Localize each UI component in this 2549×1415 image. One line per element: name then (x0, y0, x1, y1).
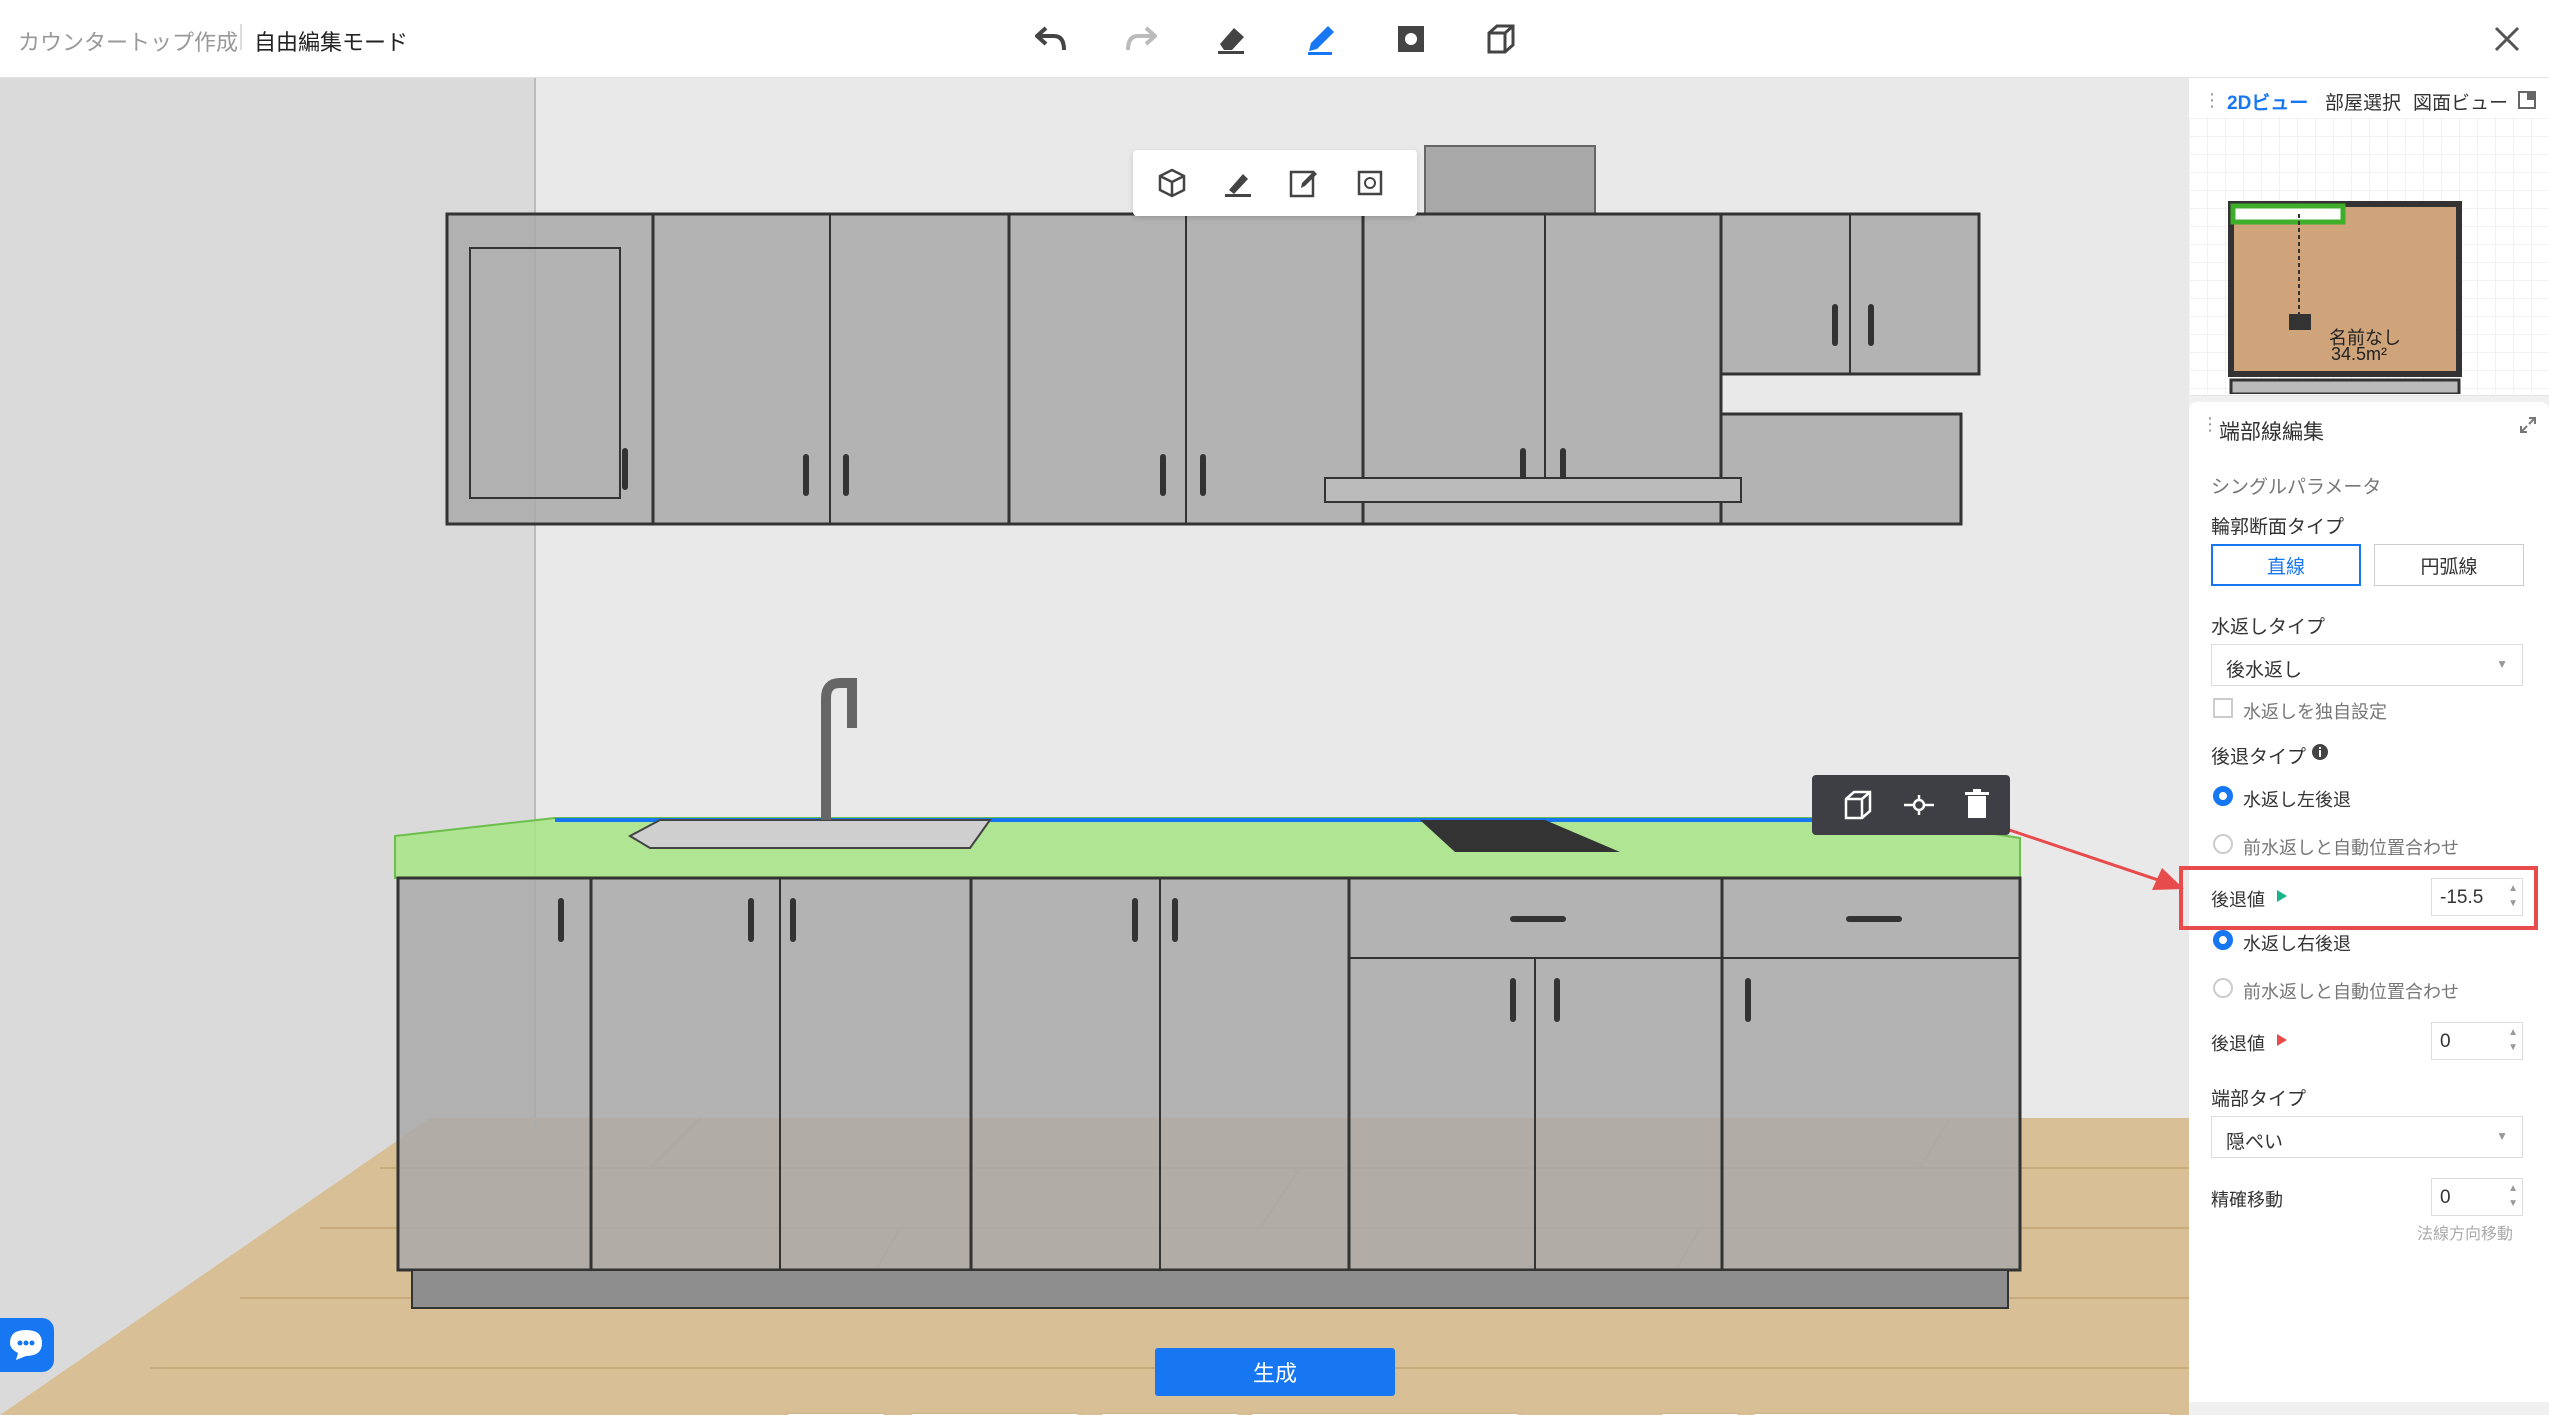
breadcrumb-parent[interactable]: カウンタートップ作成 (18, 25, 238, 57)
close-icon[interactable] (2486, 18, 2528, 60)
precise-move-input[interactable]: 0 ▲ ▼ (2431, 1178, 2523, 1216)
triangle-red-icon (2277, 1034, 2287, 1046)
panel-collapse-icon[interactable] (2517, 90, 2537, 110)
backsplash-type-label: 水返しタイプ (2211, 617, 2326, 638)
custom-backsplash-label: 水返しを独自設定 (2243, 702, 2387, 722)
chevron-down-icon: ▼ (2496, 1129, 2508, 1143)
end-type-label: 端部タイプ (2211, 1089, 2307, 1110)
generate-button[interactable]: 生成 (1155, 1348, 1395, 1396)
setback-type-label: 後退タイプ (2211, 747, 2307, 768)
split-icon[interactable] (1902, 789, 1936, 821)
stepper-icon[interactable]: ▲ ▼ (2508, 1025, 2518, 1055)
chat-button[interactable] (0, 1318, 54, 1372)
tab-room-select[interactable]: 部屋選択 (2325, 88, 2401, 115)
box-icon[interactable] (1153, 164, 1191, 202)
tab-2d-view[interactable]: 2Dビュー (2227, 88, 2308, 115)
setback-value-label: 後退値 (2211, 890, 2265, 910)
top-bar: カウンタートップ作成 自由編集モード (0, 0, 2549, 78)
right-setback-label: 水返し右後退 (2243, 934, 2351, 954)
stepper-icon[interactable]: ▲ ▼ (2508, 881, 2518, 911)
expand-icon[interactable] (2519, 416, 2537, 434)
backsplash-type-value: 後水返し (2226, 660, 2303, 681)
edit-icon[interactable] (1285, 164, 1323, 202)
precise-move-value: 0 (2440, 1187, 2451, 1208)
frame-icon[interactable] (1351, 164, 1389, 202)
setback-value-label-2: 後退値 (2211, 1034, 2265, 1054)
breadcrumb-current: 自由編集モード (254, 30, 409, 55)
auto-align-label: 前水返しと自動位置合わせ (2243, 838, 2459, 858)
normal-move-label: 法線方向移動 (2417, 1226, 2514, 1243)
backsplash-type-select[interactable]: 後水返し ▼ (2211, 644, 2523, 686)
minimap-panel: ⋮ 2Dビュー 部屋選択 図面ビュー 名前なし 34.5m² (2189, 78, 2549, 396)
left-setback-radio[interactable] (2213, 786, 2233, 806)
cube-icon[interactable] (1842, 789, 1874, 821)
profile-straight-button[interactable]: 直線 (2211, 544, 2361, 586)
profile-type-label: 輪郭断面タイプ (2211, 517, 2345, 538)
context-toolbar (1812, 775, 2010, 835)
chat-icon (10, 1330, 42, 1360)
profile-arc-button[interactable]: 円弧線 (2374, 544, 2524, 586)
left-setback-label: 水返し左後退 (2243, 790, 2351, 810)
cube-icon[interactable] (1480, 18, 1522, 60)
stepper-icon[interactable]: ▲ ▼ (2508, 1181, 2518, 1211)
kitchen-scene (0, 78, 2189, 1415)
eraser-icon[interactable] (1210, 18, 1252, 60)
drag-handle-icon[interactable]: ⋮ (2201, 414, 2219, 435)
drag-handle-icon[interactable]: ⋮ (2203, 90, 2221, 111)
custom-backsplash-checkbox[interactable] (2213, 698, 2233, 718)
section-label: シングルパラメータ (2211, 477, 2382, 498)
room-area: 34.5m² (2331, 344, 2388, 364)
panel-title: 端部線編集 (2219, 421, 2324, 444)
right-setback-radio[interactable] (2213, 930, 2233, 950)
right-setback-input[interactable]: 0 ▲ ▼ (2431, 1022, 2523, 1060)
auto-align-radio[interactable] (2213, 834, 2233, 854)
precise-move-label: 精確移動 (2211, 1190, 2283, 1210)
info-icon[interactable] (2311, 743, 2329, 761)
end-type-select[interactable]: 隠ぺい ▼ (2211, 1116, 2523, 1158)
pencil-icon[interactable] (1300, 18, 1342, 60)
redo-icon[interactable] (1120, 18, 1162, 60)
edge-line-edit-panel: ⋮ 端部線編集 シングルパラメータ 輪郭断面タイプ 直線 円弧線 水返しタイプ … (2179, 402, 2549, 1402)
mini-toolbar (1133, 150, 1417, 216)
left-setback-value: -15.5 (2440, 887, 2484, 908)
undo-icon[interactable] (1030, 18, 1072, 60)
end-type-value: 隠ぺい (2226, 1132, 2284, 1153)
breadcrumb-divider (240, 24, 242, 50)
left-setback-input[interactable]: -15.5 ▲ ▼ (2431, 878, 2523, 916)
brush-icon[interactable] (1219, 164, 1257, 202)
tab-drawing-view[interactable]: 図面ビュー (2413, 88, 2508, 115)
auto-align-label-2: 前水返しと自動位置合わせ (2243, 982, 2459, 1002)
trash-icon[interactable] (1962, 787, 1992, 821)
right-setback-value: 0 (2440, 1031, 2451, 1052)
triangle-green-icon (2277, 890, 2287, 902)
auto-align-radio-2[interactable] (2213, 978, 2233, 998)
square-icon[interactable] (1390, 18, 1432, 60)
3d-viewport[interactable]: 生成 1F 2D 3D 0 101 154 ▼ 419 % (0, 78, 2189, 1415)
chevron-down-icon: ▼ (2496, 657, 2508, 671)
